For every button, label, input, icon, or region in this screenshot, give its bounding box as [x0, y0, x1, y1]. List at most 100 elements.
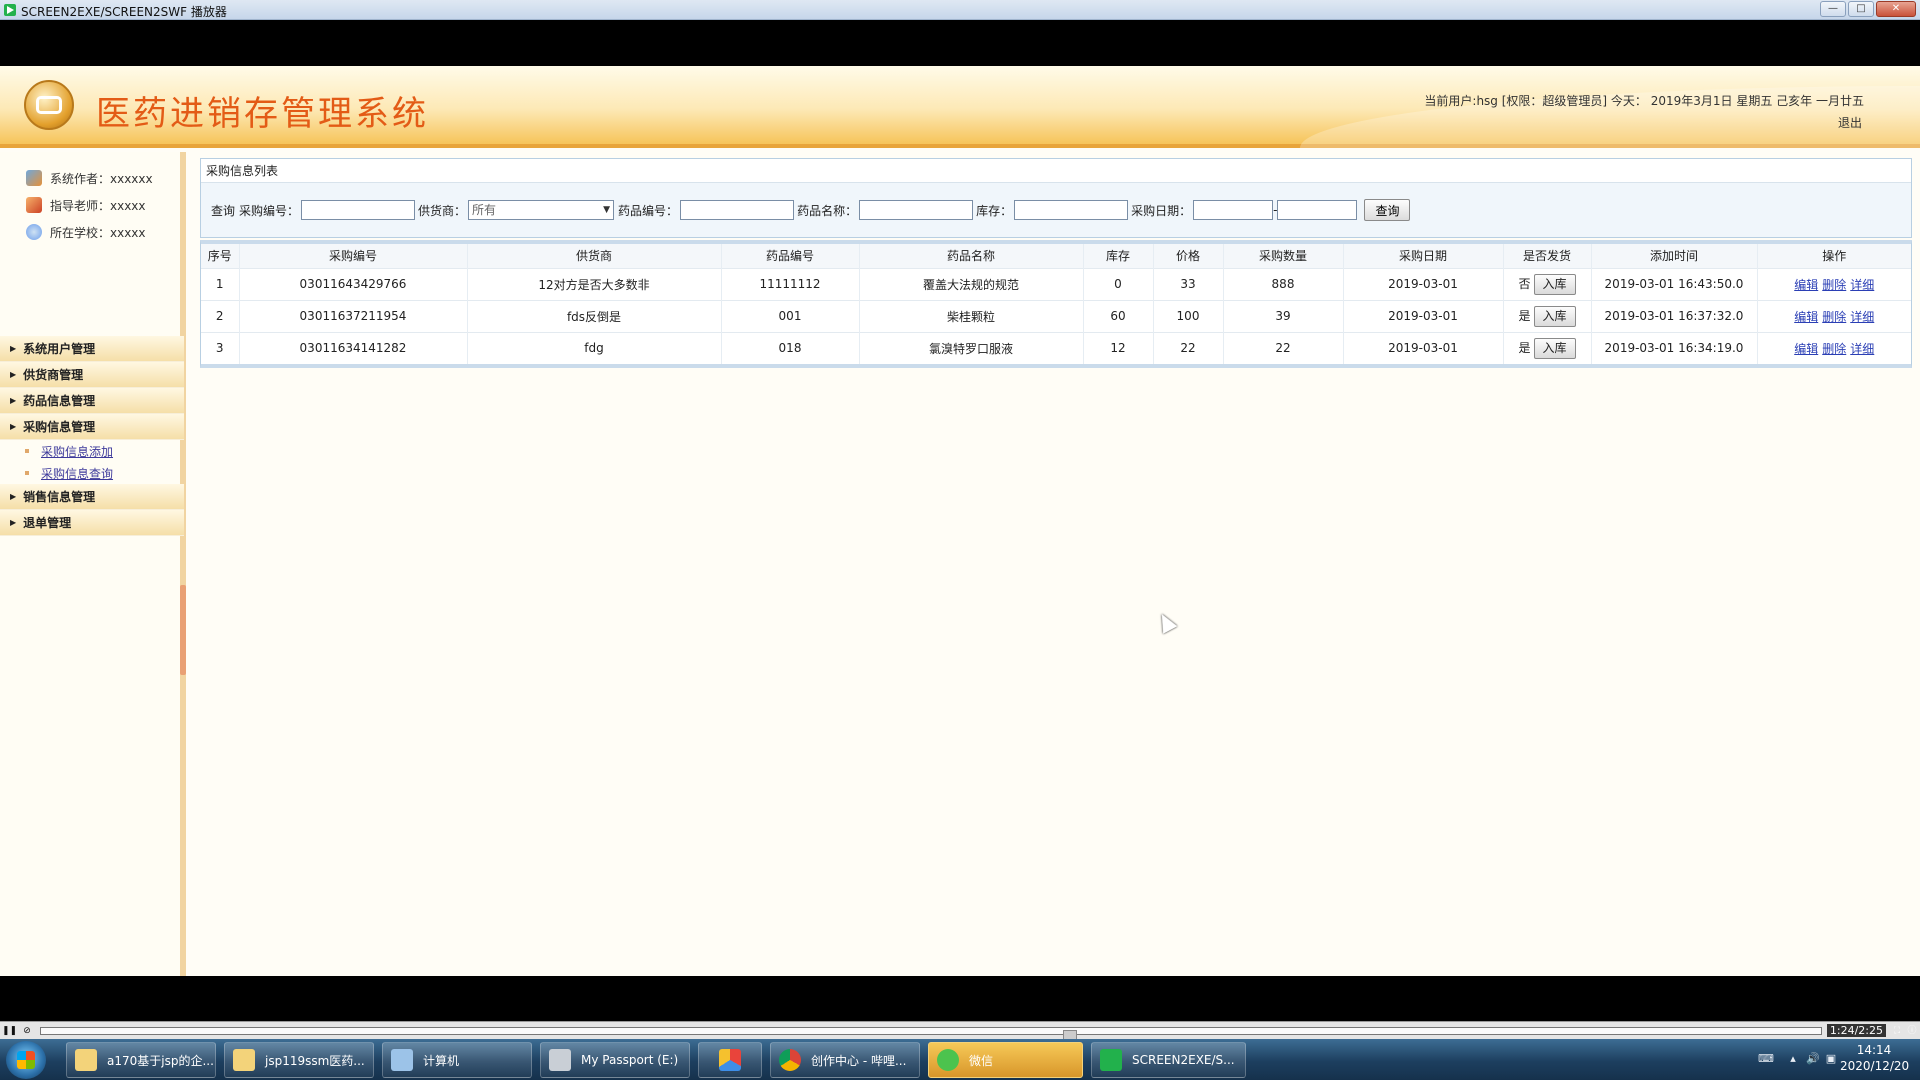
cell-stock: 12 — [1083, 331, 1154, 364]
edit-link[interactable]: 编辑 — [1794, 278, 1818, 292]
col-date: 采购日期 — [1343, 244, 1504, 268]
pause-icon[interactable]: ❚❚ — [2, 1024, 17, 1038]
col-shipped: 是否发货 — [1503, 244, 1592, 268]
supplier-select[interactable]: 所有 ▼ — [468, 200, 615, 220]
detail-link[interactable]: 详细 — [1850, 342, 1874, 356]
network-icon[interactable]: ▣ — [1824, 1052, 1838, 1066]
playback-time: 1:24/2:25 — [1826, 1024, 1886, 1037]
stock-in-button[interactable]: 入库 — [1533, 273, 1576, 295]
chevron-down-icon: ▼ — [603, 205, 611, 215]
col-index: 序号 — [201, 244, 240, 268]
users-icon — [26, 170, 42, 186]
current-user-info: 当前用户:hsg [权限：超级管理员] 今天： 2019年3月1日 星期五 己亥… — [1424, 94, 1864, 108]
sidebar: 系统作者：xxxxxx 指导老师：xxxxx 所在学校：xxxxx ▶ 系统用户管… — [0, 152, 186, 976]
col-drug-no: 药品编号 — [721, 244, 860, 268]
menu-suppliers[interactable]: ▶ 供货商管理 — [0, 362, 184, 388]
edit-link[interactable]: 编辑 — [1794, 342, 1818, 356]
menu-system-users[interactable]: ▶ 系统用户管理 — [0, 336, 184, 362]
caret-right-icon: ▶ — [10, 492, 17, 501]
purchase-table: 序号 采购编号 供货商 药品编号 药品名称 库存 价格 采购数量 采购日期 是否… — [201, 244, 1911, 364]
logout-link[interactable]: 退出 — [1838, 114, 1862, 131]
info-icon[interactable]: ⓘ — [1905, 1024, 1919, 1038]
purchase-add-link[interactable]: 采购信息添加 — [41, 443, 113, 460]
delete-link[interactable]: 删除 — [1822, 342, 1846, 356]
caret-right-icon: ▶ — [10, 370, 17, 379]
clock[interactable]: 14:14 2020/12/20 — [1840, 1042, 1909, 1074]
close-button[interactable]: ✕ — [1876, 1, 1916, 17]
cell-purchase-no: 03011634141282 — [239, 331, 468, 364]
playback-progress-track[interactable] — [40, 1027, 1822, 1042]
date-start-input[interactable] — [1193, 200, 1274, 220]
stock-in-button[interactable]: 入库 — [1533, 337, 1576, 359]
cell-price: 100 — [1153, 299, 1224, 332]
cell-index: 2 — [201, 299, 240, 332]
drug-no-label: 药品编号： — [618, 203, 679, 218]
drug-name-label: 药品名称： — [797, 203, 858, 218]
web-page: 医药进销存管理系统 当前用户:hsg [权限：超级管理员] 今天： 2019年3… — [0, 66, 1920, 976]
stock-input[interactable] — [1014, 200, 1129, 220]
app-icon — [719, 1049, 741, 1071]
col-price: 价格 — [1153, 244, 1224, 268]
task-my-passport[interactable]: My Passport (E:) — [540, 1042, 690, 1078]
cell-drug-name: 柴桂颗粒 — [859, 299, 1084, 332]
date-end-input[interactable] — [1277, 200, 1358, 220]
bullet-icon — [25, 471, 29, 475]
school-info: 所在学校：xxxxx — [26, 222, 146, 242]
cell-stock: 0 — [1083, 267, 1154, 300]
drug-no-input[interactable] — [680, 200, 795, 220]
sidebar-menu: ▶ 系统用户管理 ▶ 供货商管理 ▶ 药品信息管理 ▶ 采购信息管理 采购信息添加 采购… — [0, 336, 184, 536]
windows-logo-icon — [17, 1051, 35, 1069]
minimize-button[interactable]: — — [1820, 1, 1846, 17]
detail-link[interactable]: 详细 — [1850, 310, 1874, 324]
query-label: 查询 — [211, 203, 236, 218]
task-screen2exe[interactable]: SCREEN2EXE/S... — [1091, 1042, 1246, 1078]
show-hidden-icons-icon[interactable]: ▴ — [1786, 1052, 1800, 1066]
menu-returns[interactable]: ▶ 退单管理 — [0, 510, 184, 536]
task-wechat[interactable]: 微信 — [928, 1042, 1083, 1078]
caret-right-icon: ▶ — [10, 344, 17, 353]
menu-drugs[interactable]: ▶ 药品信息管理 — [0, 388, 184, 414]
maximize-button[interactable]: □ — [1848, 1, 1874, 17]
task-app[interactable] — [698, 1042, 762, 1078]
menu-purchases[interactable]: ▶ 采购信息管理 — [0, 414, 184, 440]
purchase-date-label: 采购日期： — [1131, 203, 1192, 218]
delete-link[interactable]: 删除 — [1822, 310, 1846, 324]
logo-icon — [24, 80, 74, 130]
edit-link[interactable]: 编辑 — [1794, 310, 1818, 324]
mouse-cursor-icon — [1154, 610, 1178, 634]
keyboard-icon[interactable]: ⌨ — [1758, 1052, 1774, 1066]
drug-name-input[interactable] — [859, 200, 974, 220]
task-folder-1[interactable]: a170基于jsp的企... — [66, 1042, 216, 1078]
cell-date: 2019-03-01 — [1343, 267, 1504, 300]
cell-added-time: 2019-03-01 16:34:19.0 — [1591, 331, 1758, 364]
table-row: 2 03011637211954 fds反倒是 001 柴桂颗粒 60 100 … — [201, 299, 1911, 332]
cell-index: 3 — [201, 331, 240, 364]
query-button[interactable]: 查询 — [1364, 199, 1411, 221]
purchase-no-input[interactable] — [301, 200, 416, 220]
taskbar: a170基于jsp的企... jsp119ssm医药... 计算机 My Pas… — [0, 1039, 1920, 1080]
volume-icon[interactable]: 🔊 — [1806, 1052, 1820, 1066]
cell-actions: 编辑 删除 详细 — [1757, 267, 1911, 300]
task-chrome[interactable]: 创作中心 - 哔哩... — [770, 1042, 920, 1078]
col-supplier: 供货商 — [467, 244, 722, 268]
stop-icon[interactable]: ⊘ — [20, 1024, 34, 1038]
purchase-query-link[interactable]: 采购信息查询 — [41, 465, 113, 482]
task-folder-2[interactable]: jsp119ssm医药... — [224, 1042, 374, 1078]
menu-sales[interactable]: ▶ 销售信息管理 — [0, 484, 184, 510]
cell-added-time: 2019-03-01 16:43:50.0 — [1591, 267, 1758, 300]
school-icon — [26, 224, 42, 240]
sidebar-resize-handle[interactable] — [180, 585, 186, 675]
cell-qty: 22 — [1223, 331, 1344, 364]
fullscreen-icon[interactable]: ⛶ — [1890, 1024, 1904, 1038]
bullet-icon — [25, 449, 29, 453]
start-button[interactable] — [6, 1041, 46, 1079]
cell-drug-no: 001 — [721, 299, 860, 332]
purchase-table-container: 序号 采购编号 供货商 药品编号 药品名称 库存 价格 采购数量 采购日期 是否… — [200, 240, 1912, 368]
cell-actions: 编辑 删除 详细 — [1757, 331, 1911, 364]
window-controls: — □ ✕ — [1820, 1, 1916, 17]
table-row: 3 03011634141282 fdg 018 氯溴特罗口服液 12 22 2… — [201, 331, 1911, 364]
task-computer[interactable]: 计算机 — [382, 1042, 532, 1078]
detail-link[interactable]: 详细 — [1850, 278, 1874, 292]
delete-link[interactable]: 删除 — [1822, 278, 1846, 292]
stock-in-button[interactable]: 入库 — [1533, 305, 1576, 327]
